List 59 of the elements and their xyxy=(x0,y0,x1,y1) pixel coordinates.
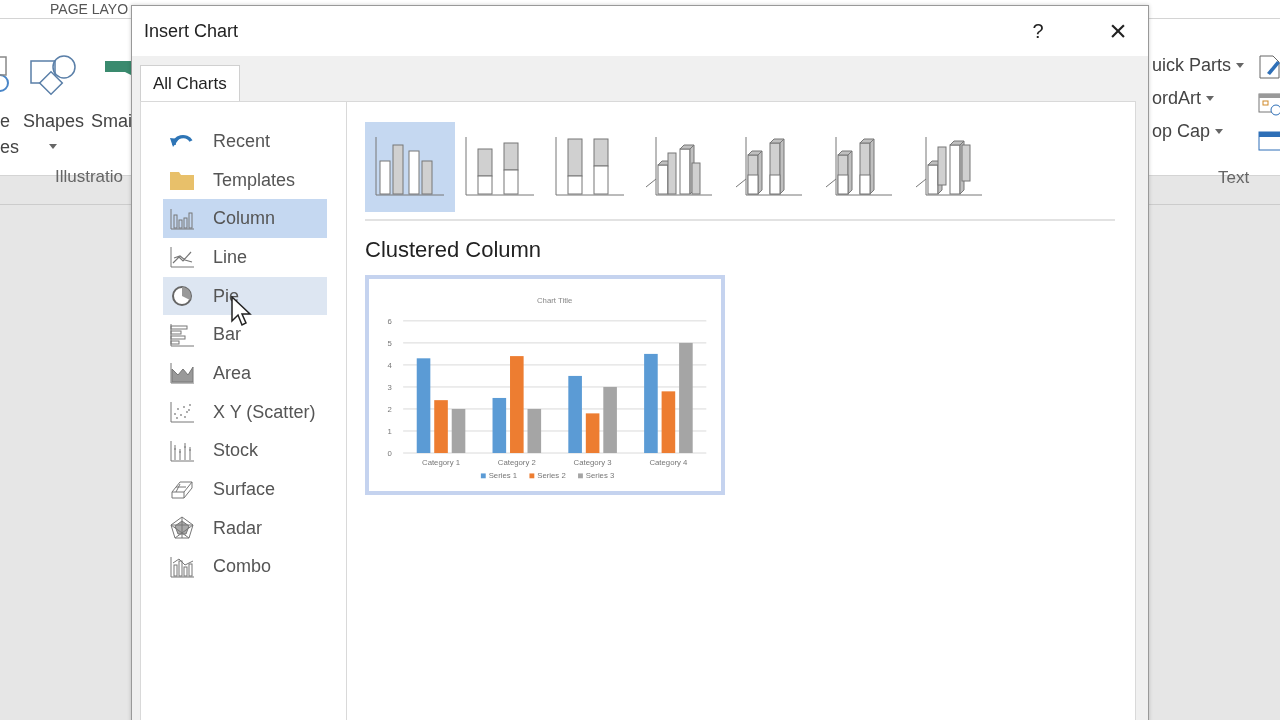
legend-label: Series 2 xyxy=(537,471,566,481)
group-label: Illustratio xyxy=(55,167,124,187)
chart-type-item[interactable]: X Y (Scatter) xyxy=(163,392,327,432)
chart-type-item[interactable]: Templates xyxy=(163,160,327,200)
legend-label: Series 1 xyxy=(488,471,518,481)
category-label: Category 4 xyxy=(649,457,688,467)
legend-label: Series 3 xyxy=(585,471,615,481)
area-chart-icon xyxy=(169,361,195,386)
radar-chart-icon xyxy=(169,516,195,541)
axis-tick-label: 0 xyxy=(387,448,392,458)
clustered-column-icon[interactable] xyxy=(365,122,455,212)
chart-type-item[interactable]: Surface xyxy=(163,470,327,509)
ribbon-label: es xyxy=(0,137,19,158)
caret-icon xyxy=(1215,129,1224,134)
smartart-button[interactable]: Smai xyxy=(91,111,132,132)
chart-type-item[interactable]: Column xyxy=(163,199,327,239)
help-button[interactable]: ? xyxy=(1018,18,1058,44)
close-button[interactable]: × xyxy=(1088,13,1148,49)
axis-tick-label: 2 xyxy=(387,404,392,414)
stock-chart-icon xyxy=(169,438,195,463)
chart-type-item[interactable]: Line xyxy=(163,238,327,277)
category-label: Category 3 xyxy=(573,457,612,467)
dialog-tab[interactable]: All Charts xyxy=(140,65,240,101)
shapes-button[interactable]: Shapes xyxy=(23,111,85,132)
chart-type-item[interactable]: Radar xyxy=(163,508,327,548)
chart-preview[interactable]: Chart Title 0 1 2 3 4 5 6 Category 1 Category 2 Category 3 Category 4 Series 1 Series 2 Series 3 xyxy=(365,275,725,495)
chart-type-item[interactable]: Combo xyxy=(163,547,327,587)
pie-chart-icon xyxy=(169,284,195,309)
axis-tick-label: 1 xyxy=(387,426,392,436)
axis-tick-label: 5 xyxy=(387,338,392,348)
dialog-title: Insert Chart xyxy=(144,20,240,42)
chart-title: Chart Title xyxy=(537,296,573,306)
calendar-icon[interactable] xyxy=(1258,92,1280,116)
ribbon-item[interactable]: ordArt xyxy=(1152,88,1245,109)
chart-subtype-title: Clustered Column xyxy=(365,237,543,263)
chart-type-item[interactable]: Bar xyxy=(163,315,327,355)
category-label: Category 2 xyxy=(497,457,536,467)
axis-tick-label: 3 xyxy=(387,382,392,392)
chart-type-item[interactable]: Stock xyxy=(163,431,327,471)
chart-type-item[interactable]: Recent xyxy=(163,122,327,161)
bar-chart-icon xyxy=(169,322,195,347)
line-chart-icon xyxy=(169,245,195,270)
group-label: Text xyxy=(1218,168,1250,188)
document-icon[interactable] xyxy=(1258,55,1280,79)
combo-chart-icon xyxy=(169,554,195,579)
scatter-chart-icon xyxy=(169,400,195,425)
ribbon-item[interactable]: uick Parts xyxy=(1152,55,1245,76)
ribbon-item[interactable]: op Cap xyxy=(1152,121,1245,142)
object-icon[interactable] xyxy=(1258,129,1280,153)
column-chart-icon xyxy=(169,206,195,231)
axis-tick-label: 4 xyxy=(387,360,392,370)
category-label: Category 1 xyxy=(422,457,461,467)
caret-icon xyxy=(1236,63,1245,68)
caret-icon xyxy=(1206,96,1215,101)
ribbon-tab[interactable]: PAGE LAYO xyxy=(50,1,129,17)
axis-tick-label: 6 xyxy=(387,316,392,326)
ribbon-label: e xyxy=(0,111,10,132)
caret-icon xyxy=(49,144,57,149)
chart-type-item[interactable]: Area xyxy=(163,354,327,393)
